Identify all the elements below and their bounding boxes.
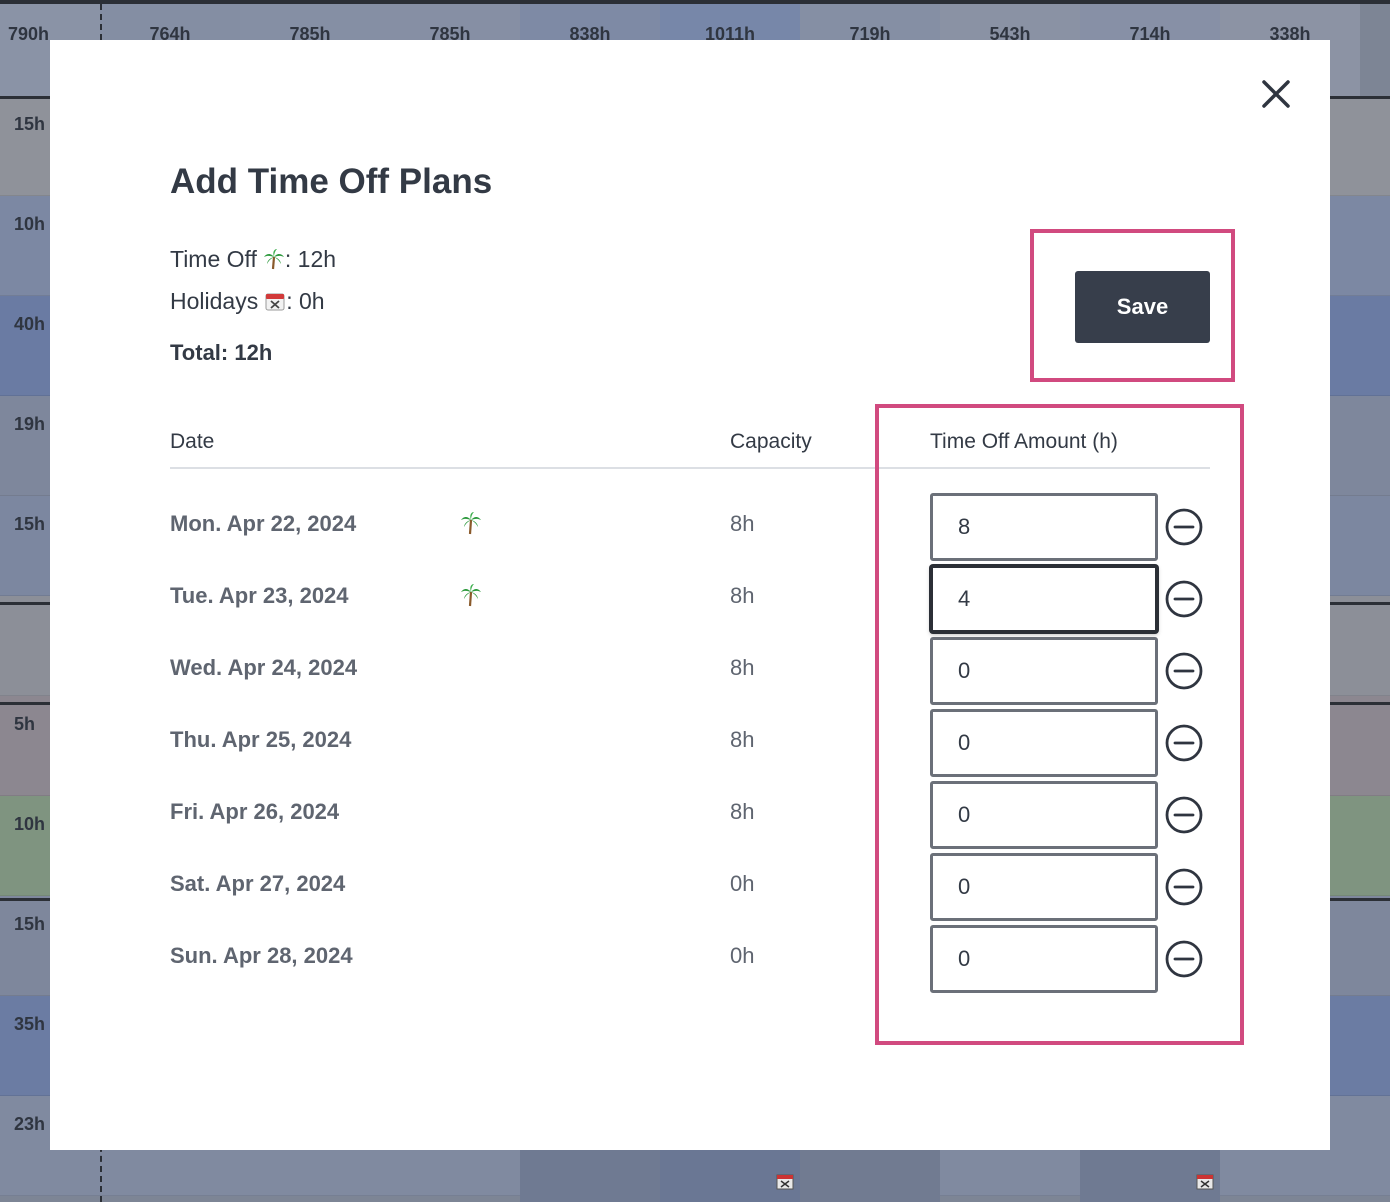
row-hours-label: 10h (14, 814, 46, 834)
time-off-value: : 12h (284, 246, 337, 272)
row-date: Fri. Apr 26, 2024 (170, 799, 340, 824)
bottom-cell (800, 1150, 940, 1202)
row-capacity: 8h (730, 799, 755, 824)
row-hours-label: 15h (14, 114, 46, 134)
table-row: Fri. Apr 26, 2024 8h (50, 781, 1330, 849)
row-hours-label: 40h (14, 314, 46, 334)
row-capacity: 8h (730, 655, 755, 680)
time-off-amount-input[interactable] (930, 925, 1158, 993)
table-row: Sun. Apr 28, 2024 0h (50, 925, 1330, 993)
row-hours-label: 10h (14, 214, 46, 234)
holidays-summary: Holidays : 0h (170, 288, 325, 315)
total-summary: Total: 12h (170, 340, 273, 365)
palm-tree-icon (263, 249, 284, 270)
row-capacity: 8h (730, 583, 755, 608)
row-hours-label: 15h (14, 514, 46, 534)
modal-title: Add Time Off Plans (170, 162, 493, 201)
row-date: Sat. Apr 27, 2024 (170, 871, 346, 896)
holidays-value: : 0h (286, 288, 325, 314)
row-date: Wed. Apr 24, 2024 (170, 655, 358, 680)
row-capacity: 0h (730, 871, 755, 896)
row-hours-label: 35h (14, 1014, 46, 1034)
holiday-calendar-icon (265, 293, 285, 311)
time-off-amount-input[interactable] (930, 853, 1158, 921)
table-row: Wed. Apr 24, 2024 8h (50, 637, 1330, 705)
holiday-calendar-icon (776, 1174, 794, 1190)
time-off-amount-input[interactable] (930, 709, 1158, 777)
row-date: Tue. Apr 23, 2024 (170, 583, 349, 608)
row-date: Mon. Apr 22, 2024 (170, 511, 357, 536)
remove-circle-icon[interactable] (1164, 651, 1204, 691)
right-column-shade (1330, 96, 1390, 1150)
time-off-amount-input[interactable] (930, 565, 1158, 633)
time-off-amount-input[interactable] (930, 781, 1158, 849)
row-capacity: 8h (730, 511, 755, 536)
holidays-label: Holidays (170, 288, 259, 314)
palm-tree-icon (461, 584, 481, 607)
close-icon[interactable] (1256, 74, 1296, 114)
time-off-amount-input[interactable] (930, 493, 1158, 561)
bottom-cell (520, 1150, 660, 1202)
save-button[interactable]: Save (1075, 271, 1210, 343)
add-time-off-modal: Add Time Off Plans Time Off : 12h Holida… (50, 40, 1330, 1150)
row-capacity: 0h (730, 943, 755, 968)
row-capacity: 8h (730, 727, 755, 752)
row-hours-label: 19h (14, 414, 46, 434)
remove-circle-icon[interactable] (1164, 867, 1204, 907)
palm-tree-icon (461, 512, 481, 535)
time-off-summary: Time Off : 12h (170, 246, 336, 273)
row-date: Thu. Apr 25, 2024 (170, 727, 352, 752)
table-row: Mon. Apr 22, 2024 8h (50, 493, 1330, 561)
time-off-amount-input[interactable] (930, 637, 1158, 705)
row-hours-label: 15h (14, 914, 46, 934)
date-column-header: Date (170, 430, 215, 453)
row-date: Sun. Apr 28, 2024 (170, 943, 353, 968)
row-hours-label: 5h (14, 714, 36, 734)
remove-circle-icon[interactable] (1164, 507, 1204, 547)
capacity-column-header: Capacity (730, 430, 812, 453)
holiday-calendar-icon (1196, 1174, 1214, 1190)
table-row: Sat. Apr 27, 2024 0h (50, 853, 1330, 921)
table-row: Tue. Apr 23, 2024 8h (50, 565, 1330, 633)
remove-circle-icon[interactable] (1164, 795, 1204, 835)
table-row: Thu. Apr 25, 2024 8h (50, 709, 1330, 777)
time-off-label: Time Off (170, 246, 257, 272)
remove-circle-icon[interactable] (1164, 723, 1204, 763)
row-hours-label: 23h (14, 1114, 46, 1134)
remove-circle-icon[interactable] (1164, 579, 1204, 619)
remove-circle-icon[interactable] (1164, 939, 1204, 979)
